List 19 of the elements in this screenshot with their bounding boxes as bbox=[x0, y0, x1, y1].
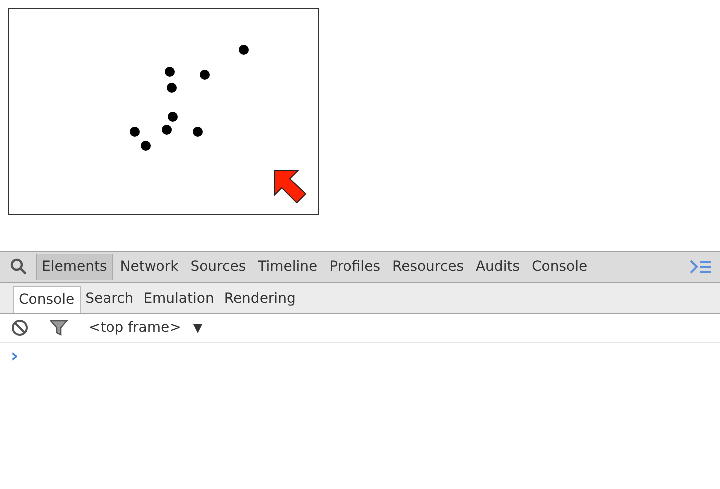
drawer-tab[interactable]: Console bbox=[13, 286, 81, 313]
dropdown-arrow[interactable]: ▼ bbox=[193, 319, 203, 337]
frame-selector[interactable]: <top frame> bbox=[89, 318, 182, 338]
filter-icon[interactable] bbox=[50, 320, 68, 336]
panel-tab[interactable]: Profiles bbox=[324, 254, 386, 280]
panel-tab[interactable]: Sources bbox=[186, 254, 252, 280]
drawer-tab[interactable]: Search bbox=[80, 286, 139, 313]
panel-tab[interactable]: Audits bbox=[470, 254, 525, 280]
search-icon[interactable] bbox=[10, 258, 28, 276]
panel-tab[interactable]: Timeline bbox=[253, 254, 323, 280]
clear-console-icon[interactable] bbox=[11, 319, 29, 337]
drawer-toggle-icon[interactable] bbox=[690, 260, 712, 274]
panel-tab[interactable]: Network bbox=[115, 254, 184, 280]
drawer-tab[interactable]: Emulation bbox=[138, 286, 220, 313]
drawer-tab[interactable]: Rendering bbox=[219, 286, 301, 313]
panel-tab[interactable]: Elements bbox=[36, 254, 114, 280]
panel-tab[interactable]: Resources bbox=[387, 254, 469, 280]
console-prompt: › bbox=[11, 346, 18, 367]
panel-tab[interactable]: Console bbox=[527, 254, 593, 280]
